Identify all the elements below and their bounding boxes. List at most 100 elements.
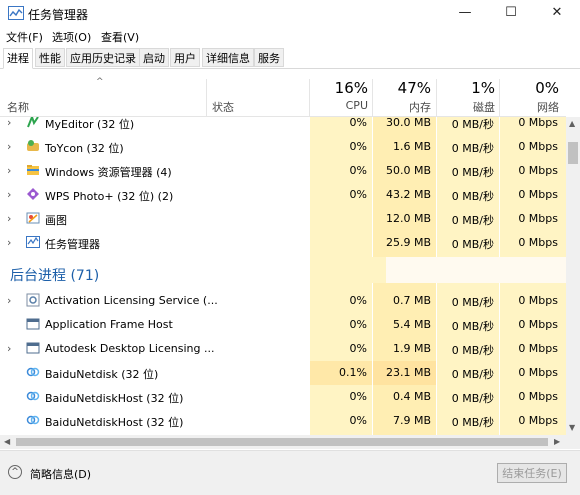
process-name: Activation Licensing Service (... [45,294,218,307]
memory-total[interactable]: 47% [373,79,431,97]
disk-value: 0 MB/秒 [451,214,494,227]
menu-file[interactable]: 文件(F) [6,29,43,45]
disk-value: 0 MB/秒 [451,416,494,429]
service-icon [26,293,40,307]
column-name[interactable]: 名称 [7,99,29,115]
process-row-paint[interactable]: › 画图 12.0 MB 0 MB/秒 0 Mbps [0,207,566,231]
expand-icon[interactable]: › [7,164,11,177]
tab-startup[interactable]: 启动 [139,48,169,67]
process-row-explorer[interactable]: › Windows 资源管理器 (4) 0% 50.0 MB 0 MB/秒 0 … [0,159,566,183]
process-row-toycon[interactable]: › ToYcon (32 位) 0% 1.6 MB 0 MB/秒 0 Mbps [0,135,566,159]
column-disk[interactable]: 磁盘 [437,99,495,115]
network-value: 0 Mbps [518,414,558,427]
disk-value: 0 MB/秒 [451,320,494,333]
myeditor-icon [27,117,39,128]
process-row-baidu-netdisk[interactable]: BaiduNetdisk (32 位) 0.1% 23.1 MB 0 MB/秒 … [0,361,566,385]
disk-value: 0 MB/秒 [451,238,494,251]
cpu-value: 0% [349,164,367,177]
menu-options[interactable]: 选项(O) [52,29,91,45]
memory-value: 7.9 MB [392,414,431,427]
tab-details[interactable]: 详细信息 [202,48,254,67]
expand-icon[interactable]: › [7,212,11,225]
vertical-scroll-thumb[interactable] [568,142,578,164]
cpu-total[interactable]: 16% [310,79,368,97]
process-row-myeditor[interactable]: › MyEditor (32 位) 0% 30.0 MB 0 MB/秒 0 Mb… [0,117,566,135]
network-value: 0 Mbps [518,188,558,201]
end-task-button[interactable]: 结束任务(E) [497,463,567,483]
title-bar: 任务管理器 — ☐ ✕ [0,0,580,26]
scroll-down-icon[interactable]: ▼ [569,423,575,432]
memory-value: 23.1 MB [385,366,431,379]
vertical-scrollbar[interactable]: ▲ ▼ [566,117,580,435]
expand-icon[interactable]: › [7,294,11,307]
expand-icon[interactable]: › [7,117,11,129]
expand-icon[interactable]: › [7,188,11,201]
maximize-button[interactable]: ☐ [488,0,534,26]
cpu-value: 0% [349,318,367,331]
window-frame-icon [26,342,40,354]
process-name: 画图 [45,214,67,227]
expand-icon[interactable]: › [7,236,11,249]
window-frame-icon [26,318,40,330]
network-value: 0 Mbps [518,117,558,129]
memory-value: 5.4 MB [392,318,431,331]
tab-processes[interactable]: 进程 [3,48,33,69]
cpu-value: 0% [349,117,367,129]
cpu-value: 0% [349,390,367,403]
disk-value: 0 MB/秒 [451,344,494,357]
disk-value: 0 MB/秒 [451,166,494,179]
toycon-icon [27,140,39,151]
column-memory[interactable]: 内存 [373,99,431,115]
process-row-autodesk-licensing[interactable]: › Autodesk Desktop Licensing ... 0% 1.9 … [0,337,566,361]
network-total[interactable]: 0% [500,79,559,97]
footer: ^ 简略信息(D) 结束任务(E) [0,450,580,495]
column-cpu[interactable]: CPU [310,99,368,112]
memory-value: 1.6 MB [392,140,431,153]
expand-icon[interactable]: › [7,342,11,355]
process-row-task-manager[interactable]: › 任务管理器 25.9 MB 0 MB/秒 0 Mbps [0,231,566,255]
memory-value: 0.4 MB [392,390,431,403]
process-name: BaiduNetdiskHost (32 位) [45,416,184,429]
sort-up-icon: ^ [96,77,104,87]
network-value: 0 Mbps [518,318,558,331]
tab-services[interactable]: 服务 [254,48,284,67]
disk-value: 0 MB/秒 [451,392,494,405]
cpu-value: 0.1% [339,366,367,379]
column-network[interactable]: 网络 [500,99,559,115]
expand-icon[interactable]: › [7,140,11,153]
memory-value: 43.2 MB [385,188,431,201]
column-status[interactable]: 状态 [212,99,234,115]
process-name: Application Frame Host [45,318,173,331]
disk-total[interactable]: 1% [437,79,495,97]
tab-app-history[interactable]: 应用历史记录 [66,48,140,67]
paint-icon [26,212,40,224]
process-row-activation-licensing[interactable]: › Activation Licensing Service (... 0% 0… [0,289,566,313]
network-value: 0 Mbps [518,236,558,249]
process-name: MyEditor (32 位) [45,118,135,131]
menu-bar: 文件(F) 选项(O) 查看(V) [0,26,580,46]
process-name: BaiduNetdisk (32 位) [45,368,159,381]
network-value: 0 Mbps [518,390,558,403]
scroll-up-icon[interactable]: ▲ [569,119,575,128]
process-row-baidu-netdisk-host[interactable]: BaiduNetdiskHost (32 位) 0% 0.4 MB 0 MB/秒… [0,385,566,409]
cpu-value: 0% [349,294,367,307]
process-name: Windows 资源管理器 (4) [45,166,172,179]
minimize-button[interactable]: — [442,0,488,26]
horizontal-scroll-thumb[interactable] [16,438,548,446]
scroll-left-icon[interactable]: ◀ [4,437,10,446]
horizontal-scrollbar[interactable]: ◀ ▶ [0,435,566,449]
background-processes-header[interactable]: 后台进程 (71) [10,265,99,285]
menu-view[interactable]: 查看(V) [101,29,139,45]
scroll-right-icon[interactable]: ▶ [554,437,560,446]
process-name: 任务管理器 [45,238,100,251]
process-row-wps-photo[interactable]: › WPS Photo+ (32 位) (2) 0% 43.2 MB 0 MB/… [0,183,566,207]
memory-value: 25.9 MB [385,236,431,249]
wps-photo-icon [27,188,39,200]
disk-value: 0 MB/秒 [451,142,494,155]
tab-performance[interactable]: 性能 [35,48,65,67]
close-button[interactable]: ✕ [534,0,580,26]
process-row-application-frame-host[interactable]: Application Frame Host 0% 5.4 MB 0 MB/秒 … [0,313,566,337]
process-row-baidu-netdisk-host-2[interactable]: BaiduNetdiskHost (32 位) 0% 7.9 MB 0 MB/秒… [0,409,566,433]
window-title: 任务管理器 [28,8,89,22]
tab-users[interactable]: 用户 [170,48,200,67]
